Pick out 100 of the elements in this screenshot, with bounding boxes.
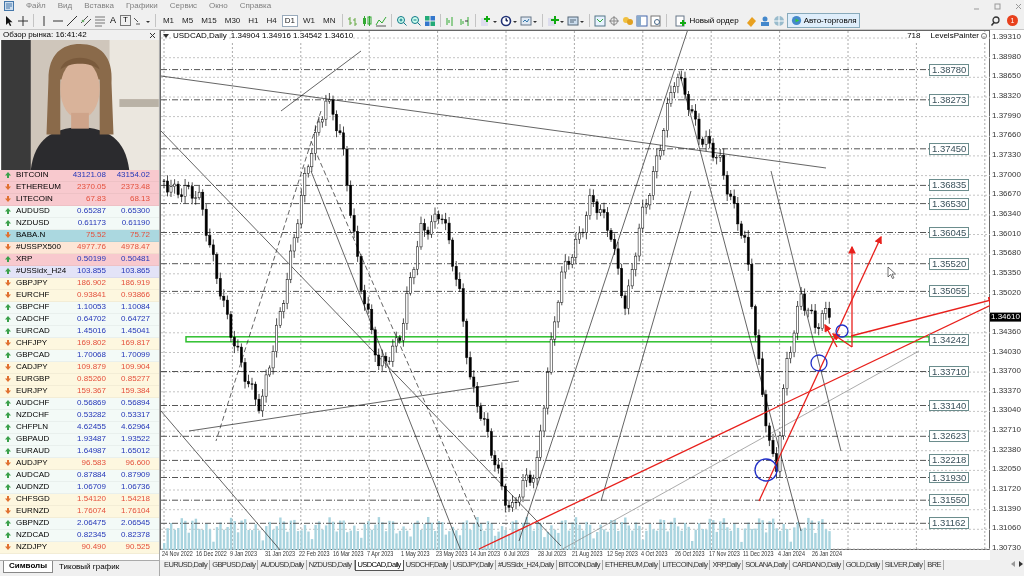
level-line[interactable] <box>161 184 930 186</box>
arrow[interactable] <box>758 235 882 502</box>
circle-marker[interactable] <box>754 458 778 482</box>
arrows-drawing[interactable] <box>824 245 856 348</box>
symbol-row[interactable]: EURJPY 159.367 159.384 <box>0 386 159 398</box>
autoscroll-icon[interactable] <box>459 14 472 27</box>
candlestick-icon[interactable] <box>361 14 374 27</box>
symbol-row[interactable]: NZDUSD 0.61173 0.61190 <box>0 218 159 230</box>
level-line[interactable] <box>161 203 930 205</box>
symbol-row[interactable]: LITECOIN 67.83 68.13 <box>0 194 159 206</box>
menu-item[interactable]: Файл <box>26 1 46 11</box>
symbol-row[interactable]: CADCHF 0.64702 0.64727 <box>0 314 159 326</box>
level-label: 1.34242 <box>929 333 970 346</box>
timeframe-button[interactable]: H1 <box>245 14 262 27</box>
arrow[interactable] <box>850 296 991 337</box>
level-label: 1.32623 <box>929 430 970 443</box>
symbol-row[interactable]: GBPJPY 186.902 186.919 <box>0 278 159 290</box>
symbol-row[interactable]: AUDCAD 0.87884 0.87909 <box>0 470 159 482</box>
scroll-right-icon[interactable] <box>1017 560 1024 568</box>
clock-icon[interactable] <box>500 14 519 27</box>
level-label: 1.36835 <box>929 179 970 192</box>
symbol-row[interactable]: GBPCHF 1.10053 1.10084 <box>0 302 159 314</box>
symbol-row[interactable]: NZDCHF 0.53282 0.53317 <box>0 410 159 422</box>
panel-tab[interactable]: Символы <box>3 561 54 573</box>
label-tool[interactable]: T <box>120 15 131 26</box>
up-arrow-icon <box>4 171 12 180</box>
level-line[interactable] <box>161 371 930 372</box>
channel-icon[interactable] <box>80 14 92 27</box>
panel-tab[interactable]: Тиковый график <box>53 561 126 574</box>
symbol-row[interactable]: EURGBP 0.85260 0.85277 <box>0 374 159 386</box>
menu-item[interactable]: Графики <box>125 1 158 11</box>
ask-price: 0.93866 <box>120 291 151 300</box>
level-line[interactable] <box>161 290 930 292</box>
symbol-row[interactable]: EURCAD 1.45016 1.45041 <box>0 326 159 338</box>
timeframe-button[interactable]: M15 <box>198 14 220 27</box>
symbol-row[interactable]: CHFPLN 4.62455 4.62964 <box>0 422 159 434</box>
level-line[interactable] <box>161 405 930 406</box>
symbol-row[interactable]: AUDNZD 1.06709 1.06736 <box>0 482 159 494</box>
search-icon[interactable] <box>990 14 1002 27</box>
symbol-row[interactable]: EURNZD 1.76074 1.76104 <box>0 506 159 518</box>
symbol-row[interactable]: CADJPY 109.879 109.904 <box>0 362 159 374</box>
menu-item[interactable]: Вид <box>57 1 73 11</box>
symbol-row[interactable]: CHFJPY 169.802 169.817 <box>0 338 159 350</box>
symbol-row[interactable]: NZDJPY 90.490 90.525 <box>0 542 159 554</box>
timeframe-button[interactable]: M30 <box>221 14 244 27</box>
menu-item[interactable]: Сервис <box>169 1 198 11</box>
symbol-row[interactable]: GBPCAD 1.70068 1.70099 <box>0 350 159 362</box>
timeframe-button[interactable]: W1 <box>300 14 318 27</box>
highlighted-level-band[interactable] <box>185 336 930 343</box>
symbol-row[interactable]: EURAUD 1.64987 1.65012 <box>0 446 159 458</box>
circle-marker[interactable] <box>810 354 828 372</box>
trend-line[interactable] <box>478 304 991 550</box>
new-order-button[interactable]: Новый ордер <box>671 12 743 29</box>
auto-trading-button[interactable]: Авто-торговля <box>786 13 861 28</box>
zoom-out-icon[interactable] <box>410 14 423 27</box>
symbol-row[interactable]: NZDCAD 0.82345 0.82378 <box>0 530 159 542</box>
navigator-icon[interactable] <box>594 14 607 27</box>
tile-windows-icon[interactable] <box>424 14 437 27</box>
bid-price: 0.50199 <box>76 255 107 264</box>
ask-price: 0.53317 <box>120 411 151 420</box>
symbol-row[interactable]: EURCHF 0.93841 0.93866 <box>0 290 159 302</box>
symbol-name: GBPNZD <box>16 519 50 528</box>
trend-lines-drawing[interactable] <box>161 31 920 551</box>
symbol-row[interactable]: GBPAUD 1.93487 1.93522 <box>0 434 159 446</box>
symbol-row[interactable]: XRP 0.50199 0.50481 <box>0 254 159 266</box>
timeframe-button[interactable]: D1 <box>281 14 298 27</box>
level-line[interactable] <box>161 232 930 233</box>
template-icon[interactable] <box>520 14 539 27</box>
close-icon[interactable] <box>149 31 156 39</box>
zoom-in-icon[interactable] <box>396 14 409 27</box>
symbol-row[interactable]: AUDJPY 96.583 96.600 <box>0 458 159 470</box>
symbol-row[interactable]: CHFSGD 1.54120 1.54218 <box>0 494 159 506</box>
timeframe-button[interactable]: MN <box>320 14 339 27</box>
menu-item[interactable]: Вставка <box>84 1 114 11</box>
symbol-row[interactable]: ETHEREUM 2370.05 2373.48 <box>0 182 159 194</box>
symbol-row[interactable]: #USSidx_H24 103.855 103.865 <box>0 266 159 278</box>
level-line[interactable] <box>161 459 930 461</box>
timeframe-button[interactable]: H4 <box>263 14 280 27</box>
new-chart-icon[interactable] <box>547 14 566 27</box>
smiley-icon[interactable] <box>981 33 987 40</box>
crosshair-icon[interactable] <box>17 14 29 27</box>
timeframe-button[interactable]: M5 <box>179 14 197 27</box>
symbol-row[interactable]: BITCOIN 43121.08 43154.02 <box>0 170 159 182</box>
level-line[interactable] <box>161 477 930 478</box>
symbol-row[interactable]: GBPNZD 2.06475 2.06545 <box>0 518 159 530</box>
text-tool[interactable]: A <box>108 15 118 26</box>
profiles-icon[interactable] <box>567 14 586 27</box>
circle-marker[interactable] <box>835 324 849 338</box>
symbol-row[interactable]: #USSPX500 4977.76 4978.47 <box>0 242 159 254</box>
target-icon[interactable] <box>608 14 621 27</box>
timeframe-button[interactable]: M1 <box>159 14 178 27</box>
menu-item[interactable]: Справка <box>239 1 272 11</box>
level-line[interactable] <box>161 263 930 265</box>
symbol-row[interactable]: AUDCHF 0.56869 0.56894 <box>0 398 159 410</box>
menu-item[interactable]: Окно <box>209 1 228 11</box>
cursor-icon[interactable] <box>3 14 15 27</box>
symbol-row[interactable]: AUDUSD 0.65287 0.65300 <box>0 206 159 218</box>
trend-line-icon[interactable] <box>66 14 78 27</box>
symbol-row[interactable]: BABA.N 75.52 75.72 <box>0 230 159 242</box>
collapse-icon[interactable] <box>163 33 169 40</box>
